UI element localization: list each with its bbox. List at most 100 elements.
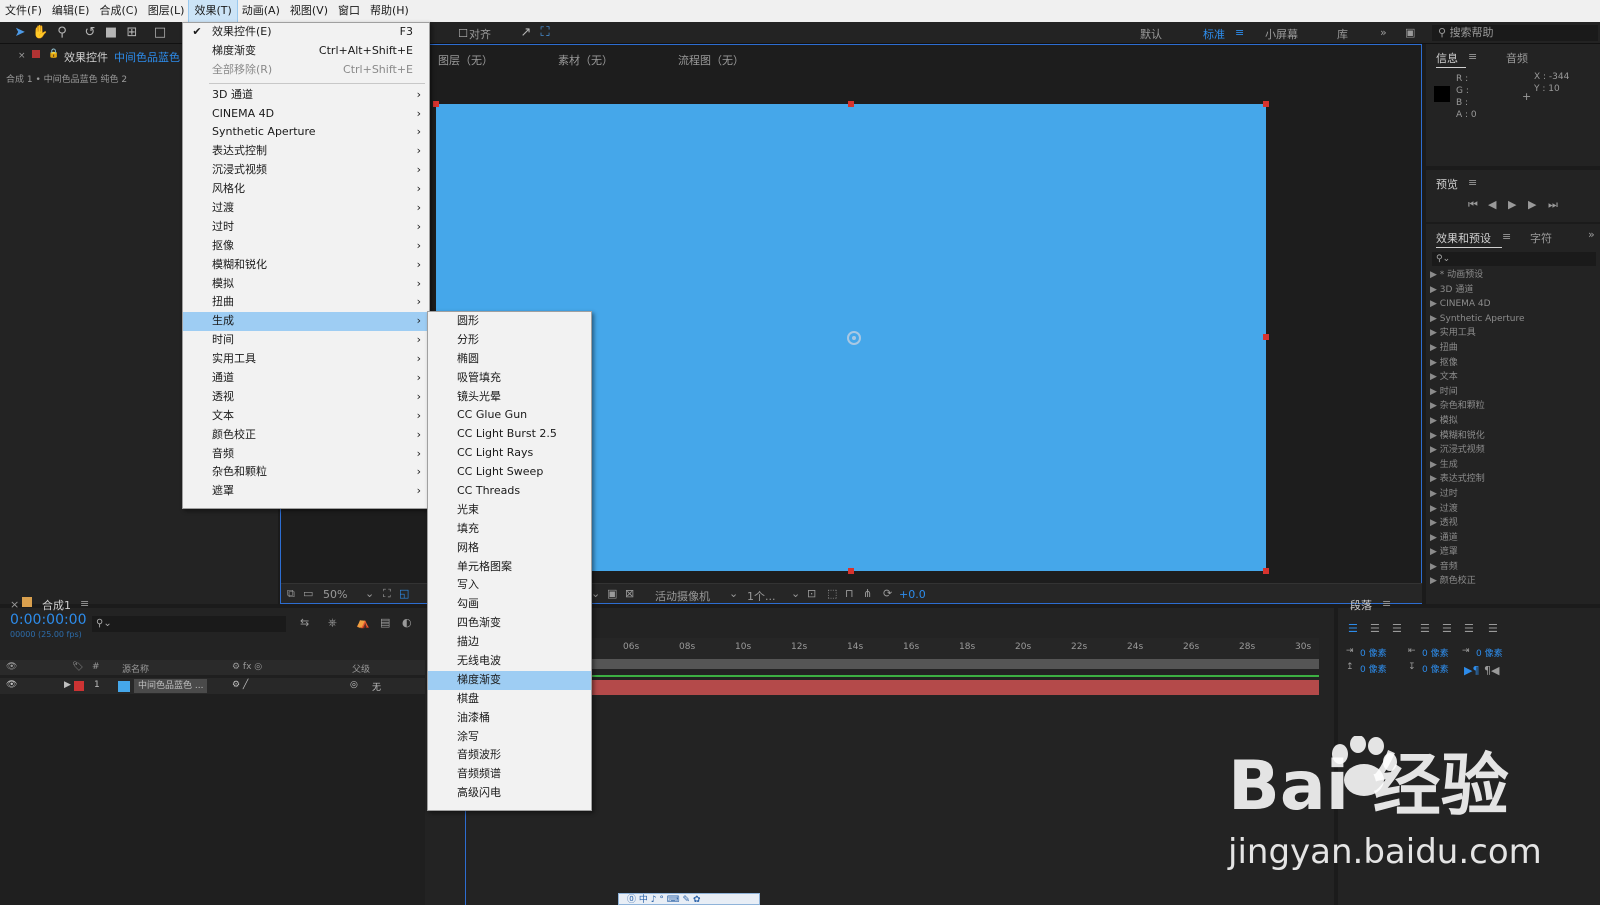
effects-tree-item[interactable]: ▶ 遮罩 — [1430, 545, 1590, 560]
workspace-toggle-icon[interactable]: ▣ — [1405, 26, 1415, 39]
align-center-icon[interactable]: ☰ — [1370, 622, 1380, 635]
first-frame-icon[interactable]: ⏮ — [1468, 198, 1478, 212]
active-camera-select[interactable]: 活动摄像机 — [655, 588, 710, 604]
effects-tree-item[interactable]: ▶ 通道 — [1430, 531, 1590, 546]
effects-tree-item[interactable]: ▶ 生成 — [1430, 458, 1590, 473]
menu-animation[interactable]: 动画(A) — [237, 0, 285, 22]
generate-effect-item[interactable]: 分形 — [428, 331, 591, 350]
mask-visibility-icon[interactable]: ◱ — [399, 587, 409, 600]
workspace-overflow-icon[interactable]: » — [1380, 26, 1387, 39]
align-left-icon[interactable]: ☰ — [1348, 622, 1358, 635]
effects-tree-item[interactable]: ▶ 颜色校正 — [1430, 574, 1590, 589]
space-after-field[interactable]: 0 像素 — [1422, 662, 1449, 675]
menu-category-item[interactable]: 颜色校正 › — [183, 426, 429, 445]
transform-handle[interactable] — [1263, 568, 1269, 574]
generate-effect-item[interactable]: CC Light Burst 2.5 — [428, 425, 591, 444]
workspace-menu-icon[interactable]: ≡ — [1235, 26, 1244, 39]
effects-tree-item[interactable]: ▶ 杂色和颗粒 — [1430, 399, 1590, 414]
menu-category-item[interactable]: 透视 › — [183, 388, 429, 407]
frame-blending-icon[interactable]: ▤ — [380, 616, 390, 629]
character-tab[interactable]: 字符 — [1530, 230, 1552, 246]
toggle-pixel-icon[interactable]: ⊡ — [807, 587, 816, 600]
effects-tree-item[interactable]: ▶ 过时 — [1430, 487, 1590, 502]
menu-category-item[interactable]: 风格化 › — [183, 180, 429, 199]
expand-arrow-icon[interactable]: ▶ — [64, 680, 71, 690]
zoom-tool-icon[interactable]: ⚲ — [54, 25, 70, 41]
menu-category-item[interactable]: Synthetic Aperture › — [183, 123, 429, 142]
menu-category-item[interactable]: 沉浸式视频 › — [183, 161, 429, 180]
snap-grid-icon[interactable]: ⛶ — [537, 25, 553, 41]
last-frame-icon[interactable]: ⏭ — [1548, 198, 1558, 212]
generate-effect-item[interactable]: 网格 — [428, 539, 591, 558]
transform-handle[interactable] — [1263, 101, 1269, 107]
generate-effect-item[interactable]: 音频频谱 — [428, 765, 591, 784]
layer-switches-icon[interactable]: ⚙ ╱ — [232, 680, 248, 690]
hide-shy-icon[interactable]: ⛺ — [356, 616, 370, 629]
indent-first-field[interactable]: 0 像素 — [1422, 646, 1449, 659]
generate-effect-item[interactable]: 音频波形 — [428, 746, 591, 765]
layer-row[interactable]: 👁 ▶ 1 中间色品蓝色 ... ⚙ ╱ ◎ 无 — [0, 678, 425, 694]
previous-frame-icon[interactable]: ◀ — [1488, 198, 1496, 211]
rectangle-tool-icon[interactable]: □ — [152, 25, 168, 41]
justify-center-icon[interactable]: ☰ — [1442, 622, 1452, 635]
menu-category-item[interactable]: 时间 › — [183, 331, 429, 350]
indent-right-field[interactable]: 0 像素 — [1476, 646, 1503, 659]
transform-handle[interactable] — [848, 568, 854, 574]
show-channel-icon[interactable]: ⊓ — [845, 587, 854, 600]
justify-right-icon[interactable]: ☰ — [1464, 622, 1474, 635]
transparency-grid-icon[interactable]: ⊠ — [625, 587, 634, 600]
paragraph-menu-icon[interactable]: ≡ — [1382, 597, 1391, 610]
help-search-input[interactable]: ⚲ 搜索帮助 — [1432, 25, 1598, 41]
current-timecode[interactable]: 0:00:00:00 — [10, 612, 87, 628]
timeline-menu-icon[interactable]: ≡ — [80, 597, 89, 610]
info-tab[interactable]: 信息 — [1436, 50, 1458, 66]
anchor-point-icon[interactable] — [847, 331, 861, 345]
label-color-icon[interactable] — [74, 681, 84, 691]
monitor-icon[interactable]: ▭ — [303, 587, 313, 600]
menu-composition[interactable]: 合成(C) — [94, 0, 142, 22]
rotate-tool-icon[interactable]: ↺ — [82, 25, 98, 41]
always-preview-icon[interactable]: ⧉ — [287, 587, 295, 601]
workspace-small-screen[interactable]: 小屏幕 — [1265, 26, 1298, 42]
next-frame-icon[interactable]: ▶ — [1528, 198, 1536, 211]
generate-effect-item[interactable]: 高级闪电 — [428, 784, 591, 803]
menu-view[interactable]: 视图(V) — [285, 0, 333, 22]
region-icon[interactable]: ▣ — [607, 587, 617, 600]
fit-icon[interactable]: ⛶ — [383, 587, 391, 601]
align-right-icon[interactable]: ☰ — [1392, 622, 1402, 635]
camera-tool-icon[interactable]: ■ — [103, 25, 119, 41]
menu-category-item[interactable]: 过时 › — [183, 218, 429, 237]
menu-category-item[interactable]: 表达式控制 › — [183, 142, 429, 161]
workspace-default[interactable]: 默认 — [1140, 26, 1162, 42]
effects-tree-item[interactable]: ▶ 时间 — [1430, 385, 1590, 400]
generate-effect-item[interactable]: CC Light Sweep — [428, 463, 591, 482]
menu-category-item[interactable]: CINEMA 4D › — [183, 105, 429, 124]
ltr-direction-icon[interactable]: ▶¶ — [1464, 664, 1479, 677]
generate-effect-item[interactable]: 单元格图案 — [428, 558, 591, 577]
generate-effect-item[interactable]: CC Glue Gun — [428, 406, 591, 425]
generate-effect-item[interactable]: 写入 — [428, 576, 591, 595]
flowchart-viewer-tab[interactable]: 流程图（无） — [678, 52, 744, 68]
menu-effect[interactable]: 效果(T) — [188, 0, 238, 23]
snap-icon[interactable]: ↗ — [518, 25, 534, 41]
generate-effect-item[interactable]: 涂写 — [428, 728, 591, 747]
resolution-dropdown-icon[interactable]: ⌄ — [591, 587, 600, 600]
generate-effect-item[interactable]: 镜头光晕 — [428, 388, 591, 407]
rtl-direction-icon[interactable]: ¶◀ — [1484, 664, 1499, 677]
snapshot-icon[interactable]: ⬚ — [827, 587, 837, 600]
menu-file[interactable]: 文件(F) — [0, 0, 47, 22]
generate-effect-item[interactable]: 光束 — [428, 501, 591, 520]
menu-category-item[interactable]: 音频 › — [183, 445, 429, 464]
selection-tool-icon[interactable]: ➤ — [12, 25, 28, 41]
close-tab-icon[interactable]: × — [10, 598, 19, 611]
effects-tree-item[interactable]: ▶ 文本 — [1430, 370, 1590, 385]
menu-category-item[interactable]: 模拟 › — [183, 275, 429, 294]
effects-tree-item[interactable]: ▶ 实用工具 — [1430, 326, 1590, 341]
effects-tree-item[interactable]: ▶ 模拟 — [1430, 414, 1590, 429]
parent-select[interactable]: 无 — [372, 680, 381, 693]
transform-handle[interactable] — [433, 101, 439, 107]
menu-category-item[interactable]: 抠像 › — [183, 237, 429, 256]
timeline-search-input[interactable]: ⚲⌄ — [92, 616, 286, 632]
justify-left-icon[interactable]: ☰ — [1420, 622, 1430, 635]
effects-tree-item[interactable]: ▶ CINEMA 4D — [1430, 297, 1590, 312]
